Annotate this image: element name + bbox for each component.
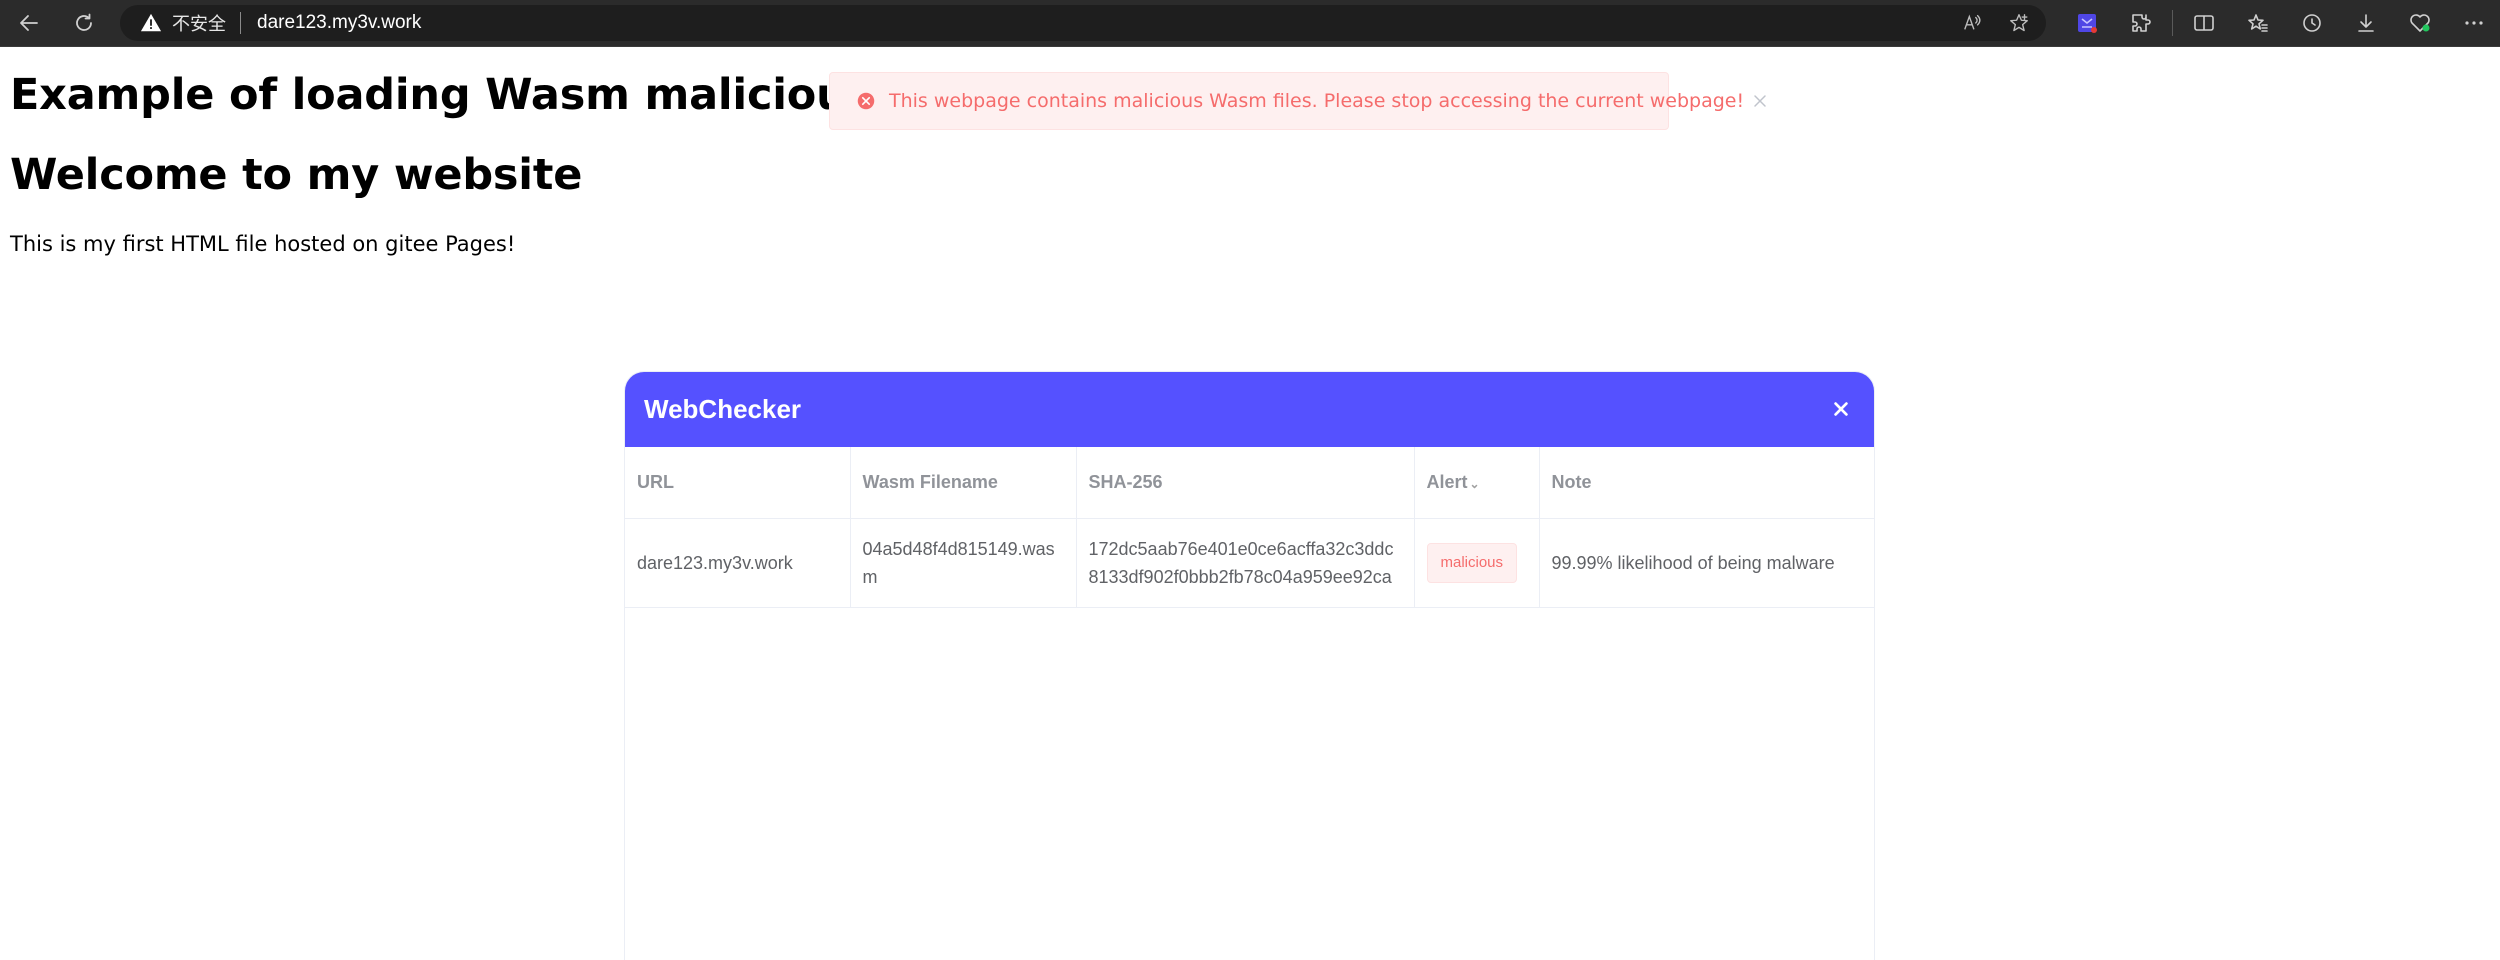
back-button[interactable] [10,4,48,42]
close-icon [1834,402,1848,416]
page-heading-welcome: Welcome to my website [10,150,583,200]
table-header-row: URL Wasm Filename SHA-256 Alert ⌄ Note [625,447,1874,519]
column-header-note: Note [1539,447,1874,519]
insecure-label[interactable]: 不安全 [172,10,226,36]
sort-chevron-icon[interactable]: ⌄ [1470,477,1480,491]
favorites-button[interactable] [2231,3,2285,43]
column-header-sha256: SHA-256 [1076,447,1415,519]
address-bar[interactable]: 不安全 dare123.my3v.work [120,5,2046,41]
results-table: URL Wasm Filename SHA-256 Alert ⌄ Note da… [625,447,1874,608]
cell-alert: malicious [1414,518,1540,608]
cell-wasm-filename: 04a5d48f4d815149.wasm [850,518,1077,608]
error-circle-icon [855,90,877,112]
split-screen-button[interactable] [2177,3,2231,43]
extension-app-icon [2078,14,2097,33]
extension-app-button[interactable] [2060,3,2114,43]
browser-essentials-icon [2410,14,2430,32]
cell-sha256: 172dc5aab76e401e0ce6acffa32c3ddc8133df90… [1076,518,1415,608]
refresh-button[interactable] [65,4,103,42]
browser-toolbar [2060,0,2500,46]
table-row: dare123.my3v.work 04a5d48f4d815149.wasm … [625,518,1874,608]
page-heading-wasm-example: Example of loading Wasm malicious file [10,70,964,120]
downloads-icon [2358,14,2374,32]
split-screen-icon [2194,15,2214,31]
history-button[interactable] [2285,3,2339,43]
refresh-icon [76,13,92,31]
dialog-header: WebChecker [625,372,1874,447]
history-icon [2303,14,2321,32]
malicious-alert-banner: This webpage contains malicious Wasm fil… [829,72,1766,130]
extensions-puzzle-icon [2132,14,2151,32]
malicious-tag: malicious [1426,543,1518,583]
column-header-url: URL [625,447,851,519]
browser-essentials-button[interactable] [2393,3,2447,43]
back-arrow-icon [20,15,38,31]
favorite-star-icon[interactable] [2006,10,2032,36]
more-menu-button[interactable] [2447,3,2500,43]
cell-url: dare123.my3v.work [625,518,851,608]
dialog-title: WebChecker [644,394,802,424]
alert-close-icon[interactable] [1750,91,1770,111]
extensions-button[interactable] [2114,3,2168,43]
column-header-alert-label: Alert [1426,472,1468,492]
dialog-close-button[interactable] [1830,398,1852,420]
toolbar-divider [2172,10,2173,36]
browser-chrome: 不安全 dare123.my3v.work [0,0,2500,47]
page-paragraph: This is my first HTML file hosted on git… [10,232,516,256]
more-menu-icon [2465,21,2483,25]
downloads-button[interactable] [2339,3,2393,43]
read-aloud-icon[interactable] [1960,10,1986,36]
column-header-wasm-filename: Wasm Filename [850,447,1077,519]
column-header-alert[interactable]: Alert ⌄ [1414,447,1540,519]
alert-message: This webpage contains malicious Wasm fil… [889,90,1745,112]
address-bar-actions [1960,5,2032,41]
webchecker-dialog: WebChecker URL Wasm Filename SHA-256 Ale… [624,371,1875,960]
warning-icon[interactable] [140,12,162,34]
favorites-icon [2248,14,2268,32]
cell-note: 99.99% likelihood of being malware [1539,518,1874,608]
address-url[interactable]: dare123.my3v.work [257,12,421,34]
address-divider [240,12,241,34]
